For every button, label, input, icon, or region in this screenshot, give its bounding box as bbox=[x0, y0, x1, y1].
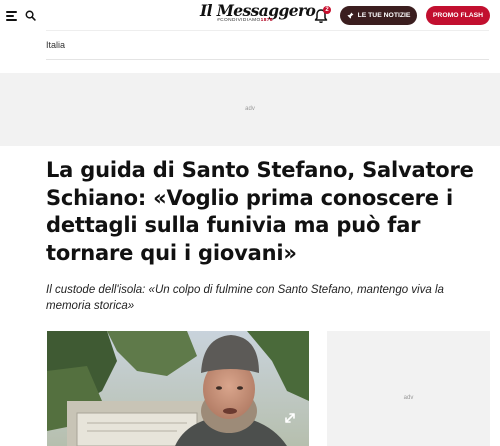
search-icon[interactable] bbox=[25, 10, 36, 21]
notifications-button[interactable]: 2 bbox=[314, 6, 331, 24]
top-ad-banner[interactable]: adv bbox=[0, 73, 500, 146]
hero-photo bbox=[47, 331, 309, 446]
breadcrumb: Italia bbox=[46, 30, 489, 60]
article-hero-image[interactable] bbox=[47, 331, 309, 446]
expand-icon[interactable] bbox=[283, 411, 297, 425]
promo-flash-button[interactable]: PROMO FLASH bbox=[426, 6, 490, 25]
menu-line bbox=[6, 11, 17, 13]
ad-label: adv bbox=[403, 395, 414, 401]
news-button-label: LE TUE NOTIZIE bbox=[357, 12, 411, 19]
menu-line bbox=[6, 15, 14, 17]
ad-label: adv bbox=[245, 106, 255, 112]
hamburger-icon[interactable] bbox=[6, 11, 17, 21]
promo-button-label: PROMO FLASH bbox=[432, 12, 484, 19]
notifications-badge: 2 bbox=[323, 6, 331, 14]
article-subtitle: Il custode dell'isola: «Un colpo di fulm… bbox=[46, 284, 444, 312]
site-logo[interactable]: Il Messaggero #CONDIVIDIAMO1878 bbox=[200, 1, 316, 27]
article-headline: La guida di Santo Stefano, Salvatore Sch… bbox=[46, 158, 474, 265]
site-header: Il Messaggero #CONDIVIDIAMO1878 2 LE TUE… bbox=[0, 0, 500, 30]
logo-name: Il Messaggero bbox=[200, 1, 316, 20]
pin-icon bbox=[347, 12, 354, 19]
menu-line bbox=[6, 19, 17, 21]
news-button[interactable]: LE TUE NOTIZIE bbox=[340, 6, 417, 25]
side-ad-banner[interactable]: adv bbox=[327, 331, 490, 446]
logo-tagline-prefix: #CONDIVIDIAMO bbox=[217, 18, 261, 23]
logo-tagline-year: 1878 bbox=[260, 18, 273, 23]
breadcrumb-section-link[interactable]: Italia bbox=[46, 40, 65, 50]
